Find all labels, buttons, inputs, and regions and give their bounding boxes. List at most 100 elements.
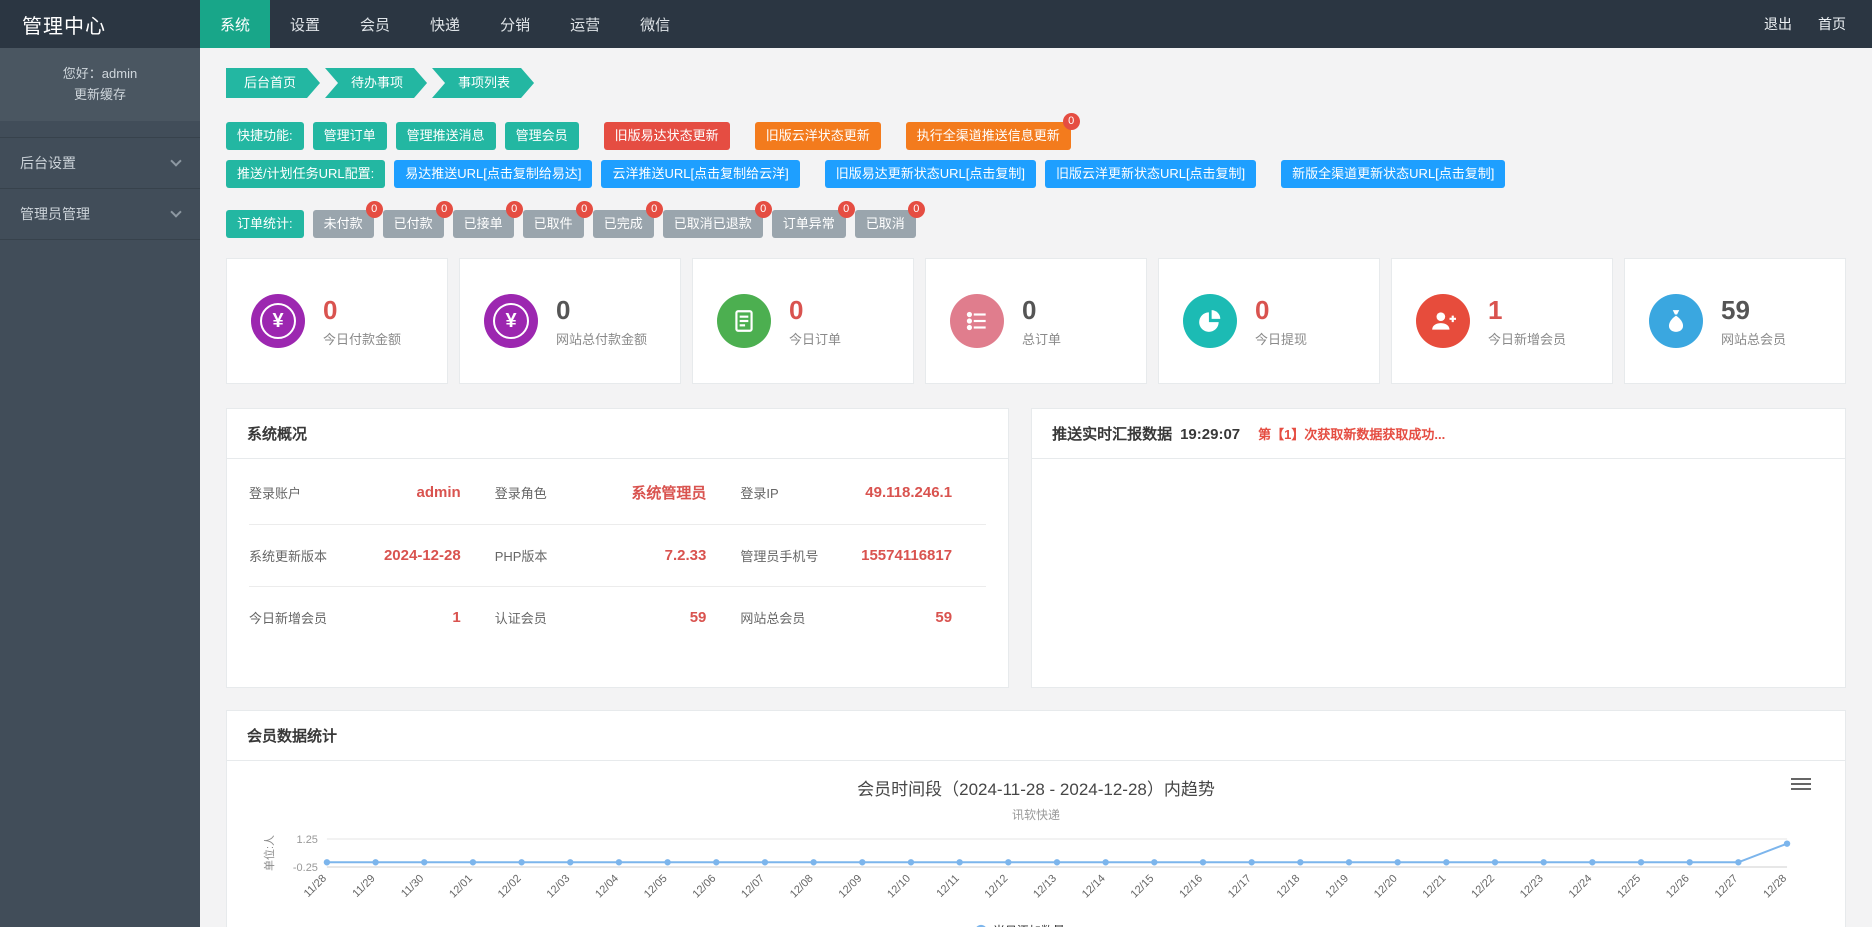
sidebar-item-label: 后台设置 [20,153,76,173]
svg-text:12/12: 12/12 [983,873,1011,901]
breadcrumb-home[interactable]: 后台首页 [226,68,320,98]
field-value: 49.118.246.1 [865,484,952,501]
count-badge: 0 [1063,113,1080,130]
all-channel-status-url-button[interactable]: 新版全渠道更新状态URL[点击复制] [1281,160,1505,188]
svg-text:11/30: 11/30 [399,873,426,900]
order-cancelled-button[interactable]: 已取消 0 [855,210,916,238]
push-report-panel: 推送实时汇报数据 19:29:07 第【1】次获取新数据获取成功... [1031,408,1846,688]
chart-menu-icon[interactable] [1791,775,1811,793]
yida-push-url-button[interactable]: 易达推送URL[点击复制给易达] [394,160,592,188]
logout-link[interactable]: 退出 [1764,14,1792,34]
nav-item-members[interactable]: 会员 [340,0,410,48]
svg-text:11/28: 11/28 [302,873,329,900]
stat-card-today-payment: ¥ 0 今日付款金额 [226,258,448,384]
field-value: 59 [690,609,707,626]
field-label: 登录账户 [249,483,301,502]
yida-status-update-button[interactable]: 旧版易达状态更新 [604,122,730,150]
svg-text:12/20: 12/20 [1372,873,1400,901]
svg-text:12/03: 12/03 [544,873,572,901]
stat-label: 网站总付款金额 [556,329,647,348]
field-value: 1 [452,609,460,626]
field-label: 今日新增会员 [249,608,327,627]
breadcrumb-todo[interactable]: 待办事项 [325,68,427,98]
svg-text:12/23: 12/23 [1518,873,1546,901]
count-badge: 0 [506,201,523,218]
push-report-status: 第【1】次获取新数据获取成功... [1258,424,1445,443]
field-value: 15574116817 [861,547,952,564]
stat-card-today-withdraw: 0 今日提现 [1158,258,1380,384]
svg-text:12/24: 12/24 [1567,873,1595,901]
breadcrumb-item-list[interactable]: 事项列表 [432,68,534,98]
count-badge: 0 [646,201,663,218]
field-value: 2024-12-28 [384,547,461,564]
yida-legacy-status-url-button[interactable]: 旧版易达更新状态URL[点击复制] [825,160,1036,188]
svg-text:12/14: 12/14 [1080,873,1108,901]
breadcrumb: 后台首页 待办事项 事项列表 [226,68,1846,98]
manage-orders-button[interactable]: 管理订单 [313,122,387,150]
document-icon [717,294,771,348]
order-abnormal-button[interactable]: 订单异常 0 [772,210,846,238]
stat-value: 1 [1488,295,1566,325]
manage-members-button[interactable]: 管理会员 [505,122,579,150]
svg-text:12/04: 12/04 [593,873,621,901]
sidebar: 您好：admin 更新缓存 后台设置 管理员管理 [0,48,200,927]
list-icon [950,294,1004,348]
nav-item-express[interactable]: 快递 [410,0,480,48]
count-badge: 0 [755,201,772,218]
sidebar-user-block: 您好：admin 更新缓存 [0,48,200,121]
svg-text:12/21: 12/21 [1421,873,1449,901]
svg-text:12/13: 12/13 [1031,873,1059,901]
svg-text:12/11: 12/11 [934,873,961,900]
manage-push-messages-button[interactable]: 管理推送消息 [396,122,496,150]
svg-text:12/01: 12/01 [447,873,475,901]
update-cache-link[interactable]: 更新缓存 [10,84,190,105]
field-value: 7.2.33 [665,547,707,564]
stat-cards-row: ¥ 0 今日付款金额 ¥ 0 网站总付款金额 0 今日订单 [226,258,1846,384]
push-report-time: 19:29:07 [1180,426,1240,443]
order-paid-button[interactable]: 已付款 0 [383,210,444,238]
yunyang-status-update-button[interactable]: 旧版云洋状态更新 [755,122,881,150]
count-badge: 0 [838,201,855,218]
sidebar-item-admin-management[interactable]: 管理员管理 [0,188,200,240]
nav-item-operation[interactable]: 运营 [550,0,620,48]
field-label: 系统更新版本 [249,546,327,565]
system-overview-row: 系统更新版本2024-12-28 PHP版本7.2.33 管理员手机号15574… [249,525,986,587]
svg-text:11/29: 11/29 [350,873,377,900]
stat-value: 59 [1721,295,1786,325]
nav-item-wechat[interactable]: 微信 [620,0,690,48]
nav-item-system[interactable]: 系统 [200,0,270,48]
field-label: 登录角色 [495,483,547,502]
stat-value: 0 [1255,295,1307,325]
nav-item-settings[interactable]: 设置 [270,0,340,48]
system-overview-row: 登录账户admin 登录角色系统管理员 登录IP49.118.246.1 [249,461,986,525]
pie-chart-icon [1183,294,1237,348]
svg-text:12/05: 12/05 [642,873,670,901]
stat-label: 总订单 [1022,329,1061,348]
quick-actions-row: 快捷功能: 管理订单 管理推送消息 管理会员 旧版易达状态更新 旧版云洋状态更新… [226,122,1846,150]
order-unpaid-button[interactable]: 未付款 0 [313,210,374,238]
chart-subtitle: 讯软快递 [257,806,1815,823]
stat-value: 0 [556,295,647,325]
all-channel-push-update-button[interactable]: 执行全渠道推送信息更新 0 [906,122,1071,150]
order-accepted-button[interactable]: 已接单 0 [453,210,514,238]
order-cancelled-refunded-button[interactable]: 已取消已退款 0 [663,210,763,238]
count-badge: 0 [576,201,593,218]
stat-label: 网站总会员 [1721,329,1786,348]
svg-text:12/17: 12/17 [1226,873,1254,901]
svg-text:12/22: 12/22 [1469,873,1497,901]
stat-value: 0 [789,295,841,325]
yunyang-push-url-button[interactable]: 云洋推送URL[点击复制给云洋] [601,160,799,188]
panel-title: 推送实时汇报数据 [1052,423,1172,444]
svg-text:12/15: 12/15 [1129,873,1157,901]
order-completed-button[interactable]: 已完成 0 [593,210,654,238]
field-label: 管理员手机号 [740,546,818,565]
home-link[interactable]: 首页 [1818,14,1846,34]
nav-item-distribution[interactable]: 分销 [480,0,550,48]
order-picked-button[interactable]: 已取件 0 [523,210,584,238]
panel-title: 会员数据统计 [247,725,337,746]
yunyang-legacy-status-url-button[interactable]: 旧版云洋更新状态URL[点击复制] [1045,160,1256,188]
main-content: 后台首页 待办事项 事项列表 快捷功能: 管理订单 管理推送消息 管理会员 旧版… [200,48,1872,927]
sidebar-item-backend-settings[interactable]: 后台设置 [0,137,200,188]
order-stats-label: 订单统计: [226,210,304,238]
stat-label: 今日新增会员 [1488,329,1566,348]
